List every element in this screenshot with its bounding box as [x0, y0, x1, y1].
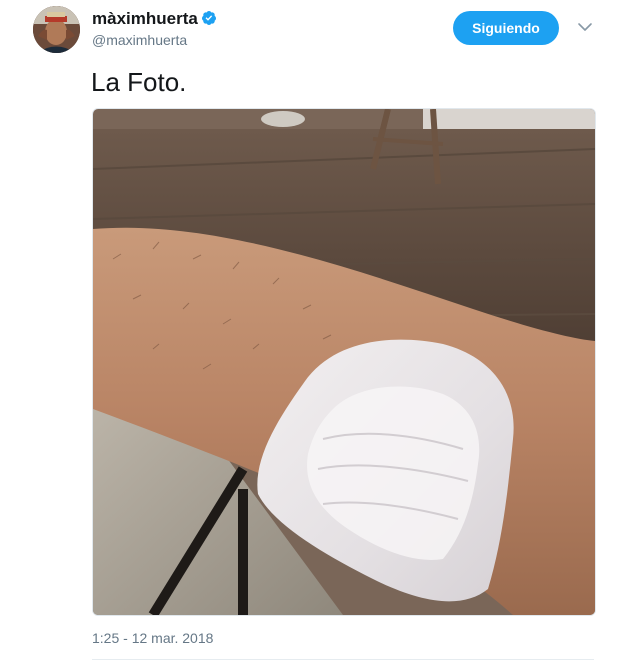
chevron-down-icon	[578, 23, 592, 31]
avatar[interactable]	[33, 6, 80, 53]
tweet-photo[interactable]	[92, 108, 596, 616]
author-display-name[interactable]: màximhuerta	[92, 9, 198, 28]
tweet-menu-button[interactable]	[576, 18, 594, 36]
verified-badge-icon	[201, 11, 216, 25]
following-button[interactable]: Siguiendo	[453, 11, 559, 45]
author-name-row[interactable]: màximhuerta	[92, 9, 217, 29]
photo-arm-bandage	[93, 109, 595, 615]
tweet-text: La Foto.	[91, 67, 187, 97]
author-handle[interactable]: @maximhuerta	[92, 31, 187, 49]
tweet-timestamp[interactable]: 1:25 - 12 mar. 2018	[92, 629, 213, 647]
avatar-image	[33, 6, 80, 53]
divider	[92, 659, 594, 660]
